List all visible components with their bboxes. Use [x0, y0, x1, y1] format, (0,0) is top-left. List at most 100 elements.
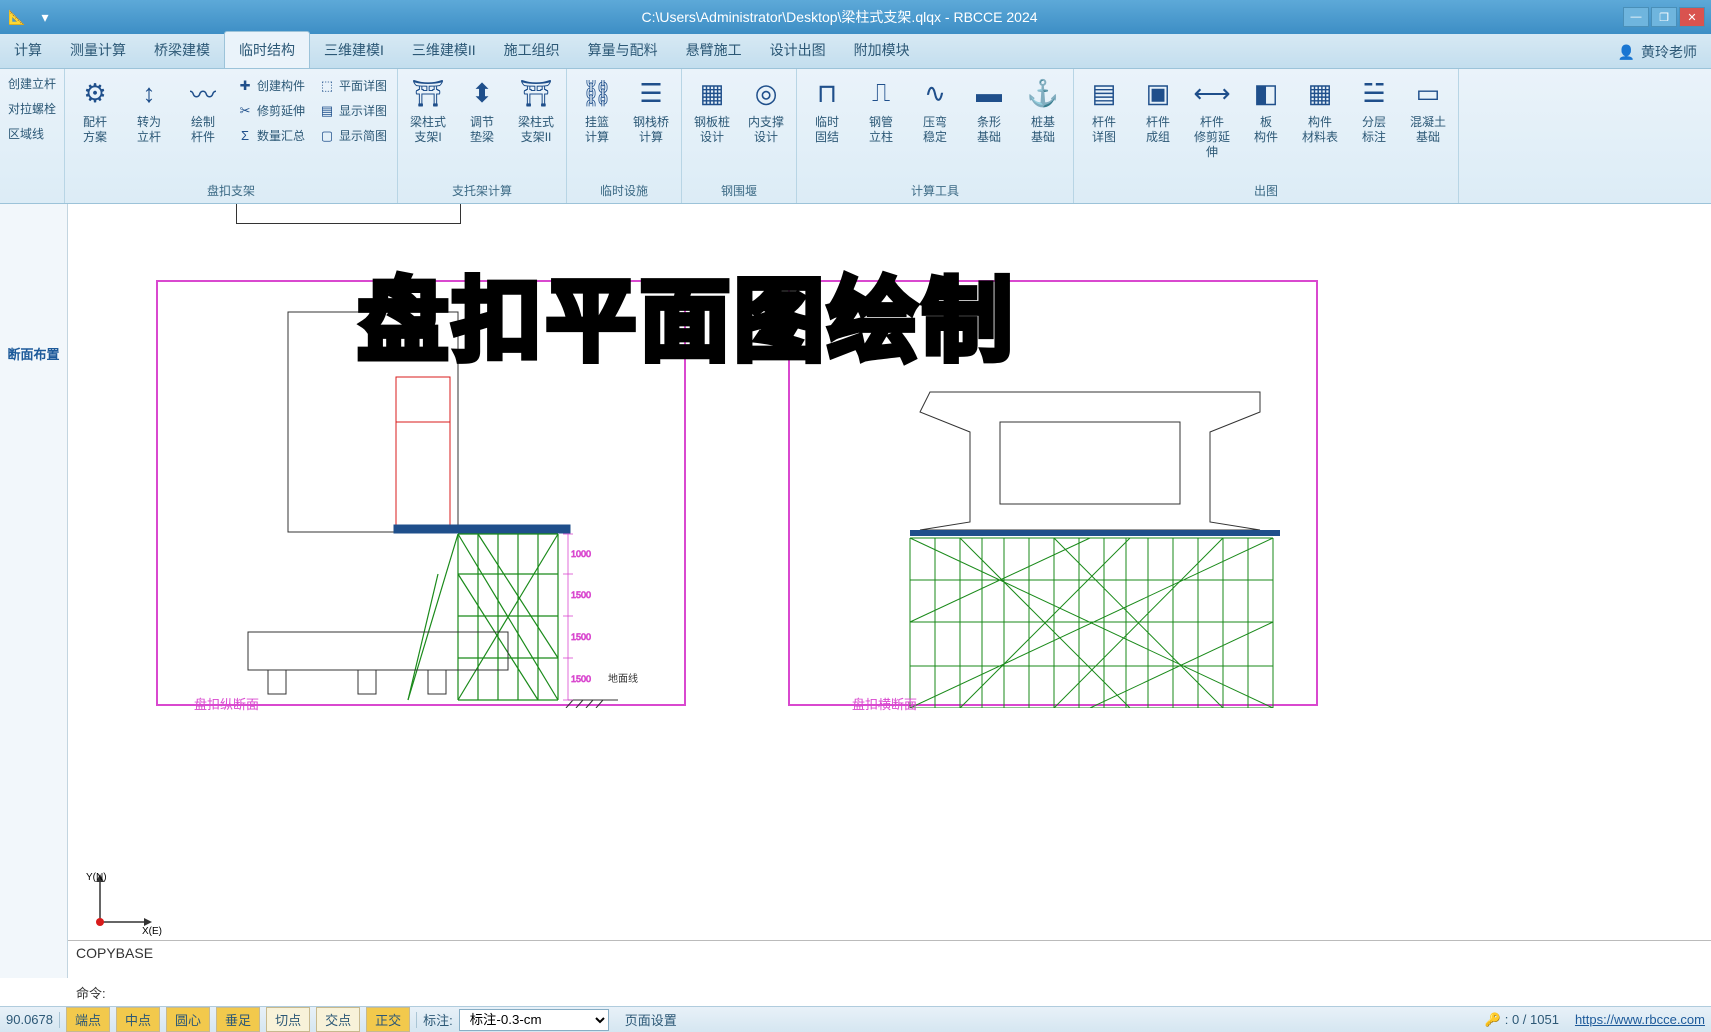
- tab-construction-org[interactable]: 施工组织: [490, 32, 574, 68]
- pile-foundation-button[interactable]: ⚓桩基基础: [1019, 73, 1067, 176]
- tab-cantilever[interactable]: 悬臂施工: [672, 32, 756, 68]
- concrete-icon: ▭: [1410, 75, 1446, 111]
- plan-icon: ⬚: [319, 78, 335, 94]
- create-member-button[interactable]: ✚创建构件: [233, 75, 309, 96]
- group-label-temp-facility: 临时设施: [567, 180, 681, 203]
- homepage-link[interactable]: https://www.rbcce.com: [1575, 1012, 1705, 1027]
- pile-icon: ▦: [694, 75, 730, 111]
- create-vertical-rod[interactable]: 创建立杆: [4, 73, 60, 94]
- snap-perp[interactable]: 垂足: [216, 1007, 260, 1032]
- member-group-button[interactable]: ▣杆件成组: [1134, 73, 1182, 176]
- overlay-title: 盘扣平面图绘制: [358, 248, 1016, 378]
- work-area: 断面布置 盘扣平面图绘制: [0, 204, 1711, 978]
- app-menu-icon[interactable]: 📐: [6, 6, 28, 28]
- temp-fix-button[interactable]: ⊓临时固结: [803, 73, 851, 176]
- command-echo: COPYBASE: [76, 945, 1703, 961]
- drawing-title-transverse: 盘扣横断面: [852, 694, 917, 713]
- draw-member-button[interactable]: 〰绘制杆件: [179, 73, 227, 176]
- group-label-cofferdam: 钢围堰: [682, 180, 796, 203]
- command-prompt-label: 命令:: [76, 986, 106, 1001]
- member-trim-button[interactable]: ⟷杆件修剪延伸: [1188, 73, 1236, 176]
- group-label-output: 出图: [1074, 180, 1458, 203]
- tab-bridge-model[interactable]: 桥梁建模: [140, 32, 224, 68]
- member-detail-button[interactable]: ▤杆件详图: [1080, 73, 1128, 176]
- ribbon-group-output: ▤杆件详图 ▣杆件成组 ⟷杆件修剪延伸 ◧板构件 ▦构件材料表 ☱分层标注 ▭混…: [1074, 69, 1459, 203]
- tab-temp-structure[interactable]: 临时结构: [224, 31, 310, 68]
- snap-midpoint[interactable]: 中点: [116, 1007, 160, 1032]
- tie-bolt[interactable]: 对拉螺栓: [4, 98, 60, 119]
- sidebar-section-view[interactable]: 断面布置: [7, 344, 59, 363]
- region-line[interactable]: 区域线: [4, 123, 60, 144]
- drawing-title-longitudinal: 盘扣纵断面: [194, 694, 259, 713]
- trim2-icon: ⟷: [1194, 75, 1230, 111]
- restore-button[interactable]: ❐: [1651, 7, 1677, 27]
- material-table-button[interactable]: ▦构件材料表: [1296, 73, 1344, 176]
- strip-foundation-button[interactable]: ▬条形基础: [965, 73, 1013, 176]
- show-detail-button[interactable]: ▤显示详图: [315, 100, 391, 121]
- inner-support-button[interactable]: ◎内支撑设计: [742, 73, 790, 176]
- tab-calc[interactable]: 计算: [0, 32, 56, 68]
- tab-addon[interactable]: 附加模块: [840, 32, 924, 68]
- show-simple-button[interactable]: ▢显示简图: [315, 125, 391, 146]
- dim-style-select[interactable]: 标注-0.3-cm: [459, 1009, 609, 1031]
- layer-icon: ☱: [1356, 75, 1392, 111]
- plate-member-button[interactable]: ◧板构件: [1242, 73, 1290, 176]
- quantity-sum-button[interactable]: Σ数量汇总: [233, 125, 309, 146]
- beam-column-2-button[interactable]: ⛩梁柱式支架II: [512, 73, 560, 176]
- coord-readout: 90.0678: [6, 1012, 53, 1027]
- snap-ortho[interactable]: 正交: [366, 1007, 410, 1032]
- qat-dropdown-icon[interactable]: ▾: [34, 6, 56, 28]
- snap-center[interactable]: 圆心: [166, 1007, 210, 1032]
- tab-measure[interactable]: 测量计算: [56, 32, 140, 68]
- svg-text:1500: 1500: [571, 590, 591, 600]
- ribbon-tabs: 计算 测量计算 桥梁建模 临时结构 三维建模I 三维建模II 施工组织 算量与配…: [0, 34, 1711, 69]
- user-name: 黄玲老师: [1641, 42, 1697, 62]
- tab-3d-model-2[interactable]: 三维建模II: [398, 32, 490, 68]
- group-label-calc-tools: 计算工具: [797, 180, 1073, 203]
- table-icon: ▦: [1302, 75, 1338, 111]
- close-button[interactable]: ✕: [1679, 7, 1705, 27]
- user-badge[interactable]: 👤 黄玲老师: [1604, 36, 1711, 68]
- strip-icon: ▬: [971, 75, 1007, 111]
- frame2-icon: ⛩: [518, 75, 554, 111]
- tab-3d-model-1[interactable]: 三维建模I: [310, 32, 398, 68]
- bend-stability-button[interactable]: ∿压弯稳定: [911, 73, 959, 176]
- gear-icon: ⚙: [77, 75, 113, 111]
- adjust-icon: ⬍: [464, 75, 500, 111]
- steel-pipe-button[interactable]: ⎍钢管立柱: [857, 73, 905, 176]
- adjust-pad-button[interactable]: ⬍调节垫梁: [458, 73, 506, 176]
- minimize-button[interactable]: —: [1623, 7, 1649, 27]
- beam-column-1-button[interactable]: ⛩梁柱式支架I: [404, 73, 452, 176]
- plus-icon: ✚: [237, 78, 253, 94]
- tab-design-output[interactable]: 设计出图: [756, 32, 840, 68]
- app-name: RBCCE 2024: [953, 9, 1037, 25]
- trim-extend-button[interactable]: ✂修剪延伸: [233, 100, 309, 121]
- concrete-foundation-button[interactable]: ▭混凝土基础: [1404, 73, 1452, 176]
- snap-intersection[interactable]: 交点: [316, 1007, 360, 1032]
- rod-plan-button[interactable]: ⚙配杆方案: [71, 73, 119, 176]
- plan-detail-button[interactable]: ⬚平面详图: [315, 75, 391, 96]
- support-icon: ◎: [748, 75, 784, 111]
- svg-text:X(E): X(E): [142, 926, 162, 937]
- quick-access-toolbar: 📐 ▾: [6, 6, 56, 28]
- command-input[interactable]: [109, 986, 509, 1001]
- to-vertical-button[interactable]: ↕转为立杆: [125, 73, 173, 176]
- tab-quantity[interactable]: 算量与配料: [574, 32, 672, 68]
- page-setup-button[interactable]: 页面设置: [625, 1010, 677, 1029]
- sheet-pile-button[interactable]: ▦钢板桩设计: [688, 73, 736, 176]
- ground-label: 地面线: [608, 672, 638, 685]
- status-bar: 90.0678 端点 中点 圆心 垂足 切点 交点 正交 标注: 标注-0.3-…: [0, 1006, 1711, 1032]
- drawing-canvas[interactable]: 盘扣平面图绘制: [68, 204, 1711, 978]
- layer-label-button[interactable]: ☱分层标注: [1350, 73, 1398, 176]
- snap-tangent[interactable]: 切点: [266, 1007, 310, 1032]
- group-icon: ▣: [1140, 75, 1176, 111]
- hanging-basket-button[interactable]: ⛓挂篮计算: [573, 73, 621, 176]
- basket-icon: ⛓: [579, 75, 615, 111]
- ribbon: 创建立杆 对拉螺栓 区域线 ⚙配杆方案 ↕转为立杆 〰绘制杆件 ✚创建构件 ✂修…: [0, 69, 1711, 204]
- ucs-axis: Y(N) X(E): [82, 870, 172, 940]
- steel-trestle-button[interactable]: ☰钢栈桥计算: [627, 73, 675, 176]
- group-label-scaffold: 盘扣支架: [65, 180, 397, 203]
- snap-endpoint[interactable]: 端点: [66, 1007, 110, 1032]
- svg-text:Y(N): Y(N): [86, 872, 107, 883]
- ribbon-group-scaffold: ⚙配杆方案 ↕转为立杆 〰绘制杆件 ✚创建构件 ✂修剪延伸 Σ数量汇总 ⬚平面详…: [65, 69, 398, 203]
